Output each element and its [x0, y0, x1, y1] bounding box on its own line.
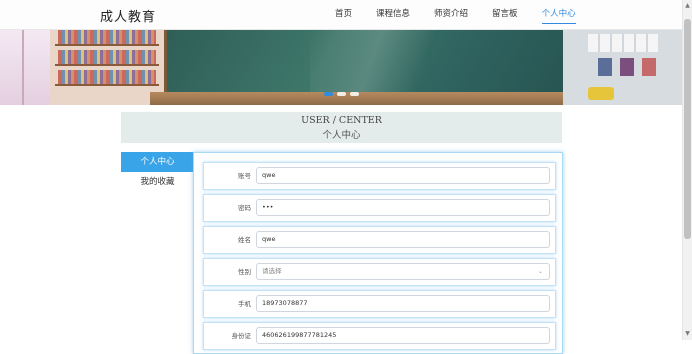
carousel-dot-2[interactable] — [337, 92, 346, 96]
account-input[interactable]: qwe — [256, 167, 550, 184]
carousel-dot-3[interactable] — [350, 92, 359, 96]
scrollbar-thumb[interactable] — [684, 19, 691, 239]
banner-poster — [620, 58, 634, 76]
password-label: 密码 — [238, 204, 251, 212]
carousel-indicators — [324, 92, 359, 96]
phone-input[interactable]: 18973078877 — [256, 295, 550, 312]
shelf-board — [55, 44, 159, 46]
chevron-down-icon: ⌄ — [537, 268, 543, 275]
name-label: 姓名 — [238, 236, 251, 244]
shelf-books — [58, 30, 156, 44]
form-row-name: 姓名 qwe — [203, 226, 556, 254]
site-logo[interactable]: 成人教育 — [100, 6, 156, 25]
shelf-books — [58, 70, 156, 84]
banner-window — [0, 30, 50, 105]
scroll-up-arrow-icon[interactable]: ▲ — [684, 2, 691, 10]
top-navbar: 成人教育 首页 课程信息 师资介绍 留言板 个人中心 — [0, 0, 682, 30]
nav-teachers[interactable]: 师资介绍 — [434, 0, 468, 29]
form-row-password: 密码 ••• — [203, 194, 556, 222]
banner-desks — [150, 92, 610, 105]
user-sidebar: 个人中心 我的收藏 — [121, 152, 195, 340]
profile-form: 账号 qwe 密码 ••• 姓名 qwe 性别 请选择 ⌄ 手机 1897307… — [193, 152, 563, 354]
banner-light — [310, 30, 470, 92]
carousel-dot-1[interactable] — [324, 92, 333, 96]
sidebar-item-user-center[interactable]: 个人中心 — [121, 152, 194, 172]
scroll-down-arrow-icon[interactable]: ▼ — [684, 330, 691, 338]
form-row-gender: 性别 请选择 ⌄ — [203, 258, 556, 286]
sidebar-item-favorites[interactable]: 我的收藏 — [121, 172, 194, 192]
gender-select-placeholder: 请选择 — [262, 267, 282, 275]
main-nav: 首页 课程信息 师资介绍 留言板 个人中心 — [321, 0, 576, 29]
shelf-books — [58, 50, 156, 64]
nav-courses[interactable]: 课程信息 — [376, 0, 410, 29]
shelf-board — [55, 84, 159, 86]
banner-poster — [598, 58, 612, 76]
id-card-label: 身份证 — [231, 332, 252, 340]
gender-select[interactable]: 请选择 ⌄ — [256, 263, 550, 280]
section-title: USER / CENTER 个人中心 — [121, 112, 562, 143]
gender-label: 性别 — [238, 268, 251, 276]
banner-poster — [642, 58, 656, 76]
nav-home[interactable]: 首页 — [335, 0, 352, 29]
section-title-en: USER / CENTER — [301, 115, 382, 126]
banner-notes — [588, 34, 658, 52]
account-label: 账号 — [238, 172, 251, 180]
id-card-input[interactable]: 460626199877781245 — [256, 327, 550, 344]
nav-user-center[interactable]: 个人中心 — [541, 0, 576, 29]
page-scrollbar[interactable]: ▲ ▼ — [682, 0, 692, 340]
form-row-account: 账号 qwe — [203, 162, 556, 190]
section-title-cn: 个人中心 — [322, 130, 361, 141]
form-row-phone: 手机 18973078877 — [203, 290, 556, 318]
banner-bag — [588, 87, 614, 100]
phone-label: 手机 — [238, 300, 251, 308]
shelf-board — [55, 64, 159, 66]
nav-message-board[interactable]: 留言板 — [492, 0, 518, 29]
password-input[interactable]: ••• — [256, 199, 550, 216]
form-row-id-card: 身份证 460626199877781245 — [203, 322, 556, 350]
name-input[interactable]: qwe — [256, 231, 550, 248]
banner-window-frame — [22, 30, 24, 105]
